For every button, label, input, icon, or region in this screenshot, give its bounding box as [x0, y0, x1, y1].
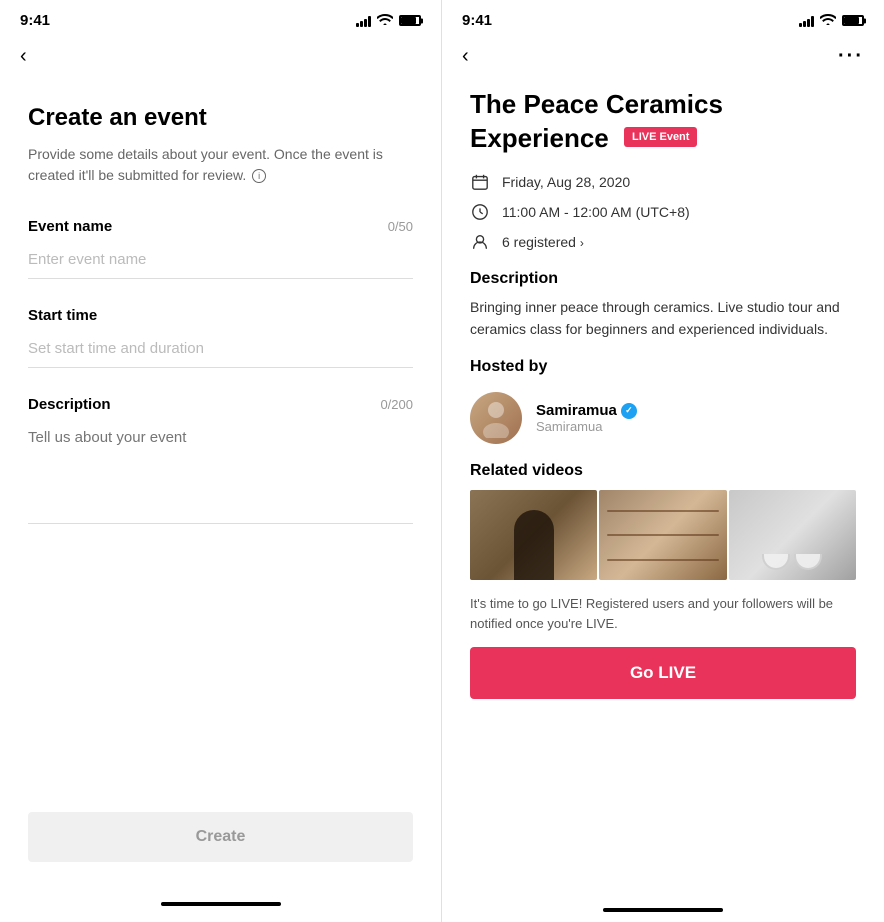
date-meta: Friday, Aug 28, 2020	[470, 172, 856, 192]
description-field: Description 0/200	[28, 396, 413, 529]
bowl-shapes	[762, 554, 822, 570]
description-label: Description	[28, 396, 111, 413]
bowl-1	[762, 554, 790, 570]
registered-count[interactable]: 6 registered ›	[502, 234, 584, 250]
battery-icon-2	[842, 15, 864, 26]
go-live-section: It's time to go LIVE! Registered users a…	[470, 594, 856, 707]
status-time-1: 9:41	[20, 12, 50, 29]
create-subtitle: Provide some details about your event. O…	[28, 144, 413, 186]
hosted-by-title: Hosted by	[470, 358, 856, 376]
event-name-header: Event name 0/50	[28, 218, 413, 235]
video-thumb-1[interactable]	[470, 490, 597, 580]
home-indicator-1	[0, 892, 441, 922]
person-silhouette	[514, 510, 554, 580]
more-button[interactable]: ···	[838, 45, 864, 68]
live-badge: LIVE Event	[624, 127, 697, 147]
description-counter: 0/200	[380, 397, 413, 412]
create-btn-container: Create	[0, 792, 441, 892]
home-bar-2	[603, 908, 723, 912]
event-time: 11:00 AM - 12:00 AM (UTC+8)	[502, 204, 690, 220]
event-title-line1: The Peace Ceramics	[470, 89, 723, 119]
event-meta: Friday, Aug 28, 2020 11:00 AM - 12:00 AM…	[470, 172, 856, 252]
event-title: The Peace Ceramics Experience LIVE Event	[470, 88, 856, 156]
event-name-label: Event name	[28, 218, 112, 235]
home-bar-1	[161, 902, 281, 906]
event-name-input[interactable]	[28, 245, 413, 279]
create-event-content: Create an event Provide some details abo…	[0, 80, 441, 792]
status-bar-2: 9:41	[442, 0, 884, 37]
calendar-icon	[470, 172, 490, 192]
event-title-line2: Experience	[470, 123, 609, 153]
host-card[interactable]: Samiramua ✓ Samiramua	[470, 392, 856, 444]
create-button[interactable]: Create	[28, 812, 413, 862]
home-indicator-2	[442, 894, 884, 922]
info-icon[interactable]: i	[252, 169, 266, 183]
description-header: Description 0/200	[28, 396, 413, 413]
host-avatar-image	[470, 392, 522, 444]
start-time-input[interactable]	[28, 334, 413, 368]
clock-icon	[470, 202, 490, 222]
start-time-header: Start time	[28, 307, 413, 324]
event-date: Friday, Aug 28, 2020	[502, 174, 630, 190]
event-detail-screen: 9:41 ‹ ···	[442, 0, 884, 922]
host-info: Samiramua ✓ Samiramua	[536, 402, 637, 434]
status-icons-2	[799, 13, 864, 28]
status-icons-1	[356, 13, 421, 28]
start-time-label: Start time	[28, 307, 97, 324]
related-videos-title: Related videos	[470, 462, 856, 480]
host-avatar	[470, 392, 522, 444]
time-meta: 11:00 AM - 12:00 AM (UTC+8)	[470, 202, 856, 222]
signal-icon-1	[356, 15, 371, 27]
description-section-title: Description	[470, 270, 856, 288]
back-button-1[interactable]: ‹	[20, 45, 27, 68]
signal-icon-2	[799, 15, 814, 27]
host-username: Samiramua	[536, 419, 637, 434]
wifi-icon-1	[377, 13, 393, 28]
registered-chevron: ›	[580, 236, 584, 250]
event-detail-content: The Peace Ceramics Experience LIVE Event	[442, 80, 884, 894]
event-name-field: Event name 0/50	[28, 218, 413, 279]
event-description: Bringing inner peace through ceramics. L…	[470, 296, 856, 341]
status-bar-1: 9:41	[0, 0, 441, 37]
verified-icon: ✓	[621, 403, 637, 419]
registered-meta[interactable]: 6 registered ›	[470, 232, 856, 252]
related-videos-container	[470, 490, 856, 580]
status-time-2: 9:41	[462, 12, 492, 29]
back-button-2[interactable]: ‹	[462, 45, 469, 68]
shelf-lines	[599, 490, 726, 580]
create-title: Create an event	[28, 104, 413, 132]
description-input[interactable]	[28, 423, 413, 524]
go-live-button[interactable]: Go LIVE	[470, 647, 856, 699]
create-event-screen: 9:41 ‹ Create an event	[0, 0, 442, 922]
hosted-by-section: Samiramua ✓ Samiramua	[470, 392, 856, 444]
host-name: Samiramua ✓	[536, 402, 637, 419]
start-time-field: Start time	[28, 307, 413, 368]
nav-bar-1: ‹	[0, 37, 441, 80]
go-live-notice: It's time to go LIVE! Registered users a…	[470, 594, 856, 633]
bowl-2	[794, 554, 822, 570]
person-icon	[470, 232, 490, 252]
battery-icon-1	[399, 15, 421, 26]
wifi-icon-2	[820, 13, 836, 28]
nav-bar-2: ‹ ···	[442, 37, 884, 80]
video-thumb-2[interactable]	[599, 490, 726, 580]
video-thumb-3[interactable]	[729, 490, 856, 580]
event-name-counter: 0/50	[388, 219, 413, 234]
